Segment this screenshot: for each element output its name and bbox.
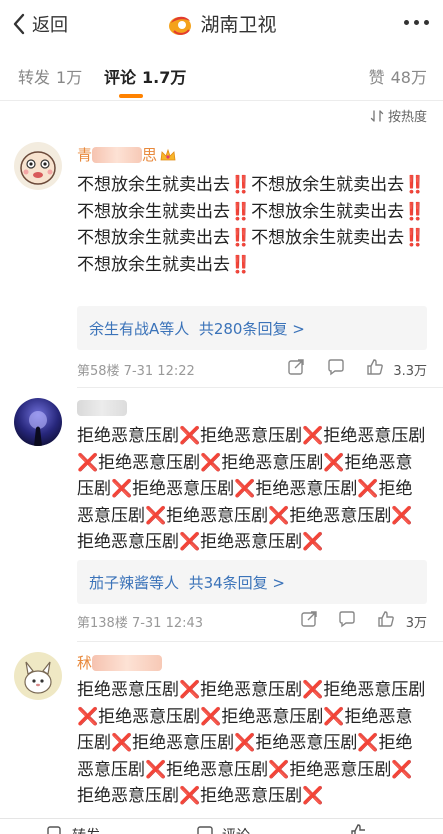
tab-like-count: 48万 <box>390 68 427 87</box>
redacted-name-blur <box>77 400 127 416</box>
replies-summary: 余生有战A等人 共280条回复 > <box>89 318 305 339</box>
avatar[interactable] <box>14 142 62 190</box>
comment-text: 拒绝恶意压剧❌拒绝恶意压剧❌拒绝恶意压剧❌拒绝恶意压剧❌拒绝恶意压剧❌拒绝恶意压… <box>77 426 426 552</box>
reply-users: 余生有战A等人 <box>89 320 190 338</box>
replies-box[interactable]: 余生有战A等人 共280条回复 > <box>77 306 427 350</box>
share-icon[interactable] <box>300 610 318 628</box>
divider <box>77 387 443 388</box>
username-text: 秫 <box>77 654 93 672</box>
tab-like[interactable]: 赞 48万 <box>369 64 427 88</box>
active-tab-indicator <box>119 94 143 98</box>
like-icon[interactable] <box>350 823 368 834</box>
tab-comment-count: 1.7万 <box>142 68 187 87</box>
night-sky-avatar-icon <box>14 398 62 446</box>
share-icon[interactable] <box>287 358 305 376</box>
replies-box[interactable]: 茄子辣酱等人 共34条回复 > <box>77 560 427 604</box>
like-count: 3万 <box>405 616 427 631</box>
tab-like-label: 赞 <box>368 68 385 87</box>
hunan-tv-logo-icon <box>169 16 192 35</box>
username-text: 青 <box>77 146 93 164</box>
like-count: 3.3万 <box>393 364 427 379</box>
comment-icon[interactable] <box>338 610 356 628</box>
comment-text: 不想放余生就卖出去‼️不想放余生就卖出去‼️不想放余生就卖出去‼️不想放余生就卖… <box>77 175 426 275</box>
bottom-action-bar: 转发 评论 <box>0 818 443 834</box>
tab-repost-label: 转发 <box>18 68 51 87</box>
avatar[interactable] <box>14 652 62 700</box>
stats-tabs: 转发 1万 评论 1.7万 赞 48万 <box>0 48 443 101</box>
avatar[interactable] <box>14 398 62 446</box>
floor-time: 第138楼 7-31 12:43 <box>77 616 204 631</box>
tab-comment-label: 评论 <box>104 68 137 87</box>
dot-icon <box>424 20 429 25</box>
comment-icon[interactable] <box>327 358 345 376</box>
redacted-name-blur <box>92 146 143 163</box>
divider <box>77 641 443 642</box>
username[interactable] <box>77 400 127 416</box>
tab-repost[interactable]: 转发 1万 <box>18 64 82 88</box>
like-icon[interactable] <box>377 610 395 628</box>
username[interactable]: 青 思 <box>77 144 176 165</box>
comment-icon[interactable] <box>196 823 214 834</box>
tab-repost-count: 1万 <box>56 68 83 87</box>
reply-count: 共34条回复 > <box>188 574 285 592</box>
page-title: 湖南卫视 <box>200 14 277 36</box>
comment-text: 拒绝恶意压剧❌拒绝恶意压剧❌拒绝恶意压剧❌拒绝恶意压剧❌拒绝恶意压剧❌拒绝恶意压… <box>77 680 426 806</box>
username-suffix: 思 <box>142 146 158 164</box>
reply-count: 共280条回复 > <box>198 320 305 338</box>
floor-time: 第58楼 7-31 12:22 <box>77 364 195 379</box>
crown-icon <box>160 148 176 160</box>
dot-icon <box>404 20 409 25</box>
dot-icon <box>414 20 419 25</box>
top-bar: 返回 湖南卫视 <box>0 0 443 48</box>
sort-by-hot-button[interactable]: 按热度 <box>370 106 427 125</box>
more-options-button[interactable] <box>404 20 429 25</box>
repost-icon[interactable] <box>46 823 64 834</box>
sort-label: 按热度 <box>387 110 427 125</box>
comment-meta: 第58楼 7-31 12:22 3.3万 <box>77 356 427 380</box>
comment-meta: 第138楼 7-31 12:43 3万 <box>77 608 427 632</box>
like-icon[interactable] <box>366 358 384 376</box>
cartoon-face-avatar-icon <box>14 142 62 190</box>
replies-summary: 茄子辣酱等人 共34条回复 > <box>89 572 285 593</box>
username[interactable]: 秫 <box>77 652 163 673</box>
cartoon-animal-avatar-icon <box>14 652 62 700</box>
reply-users: 茄子辣酱等人 <box>89 574 180 592</box>
sort-icon <box>370 109 384 122</box>
redacted-name-blur <box>92 654 163 671</box>
